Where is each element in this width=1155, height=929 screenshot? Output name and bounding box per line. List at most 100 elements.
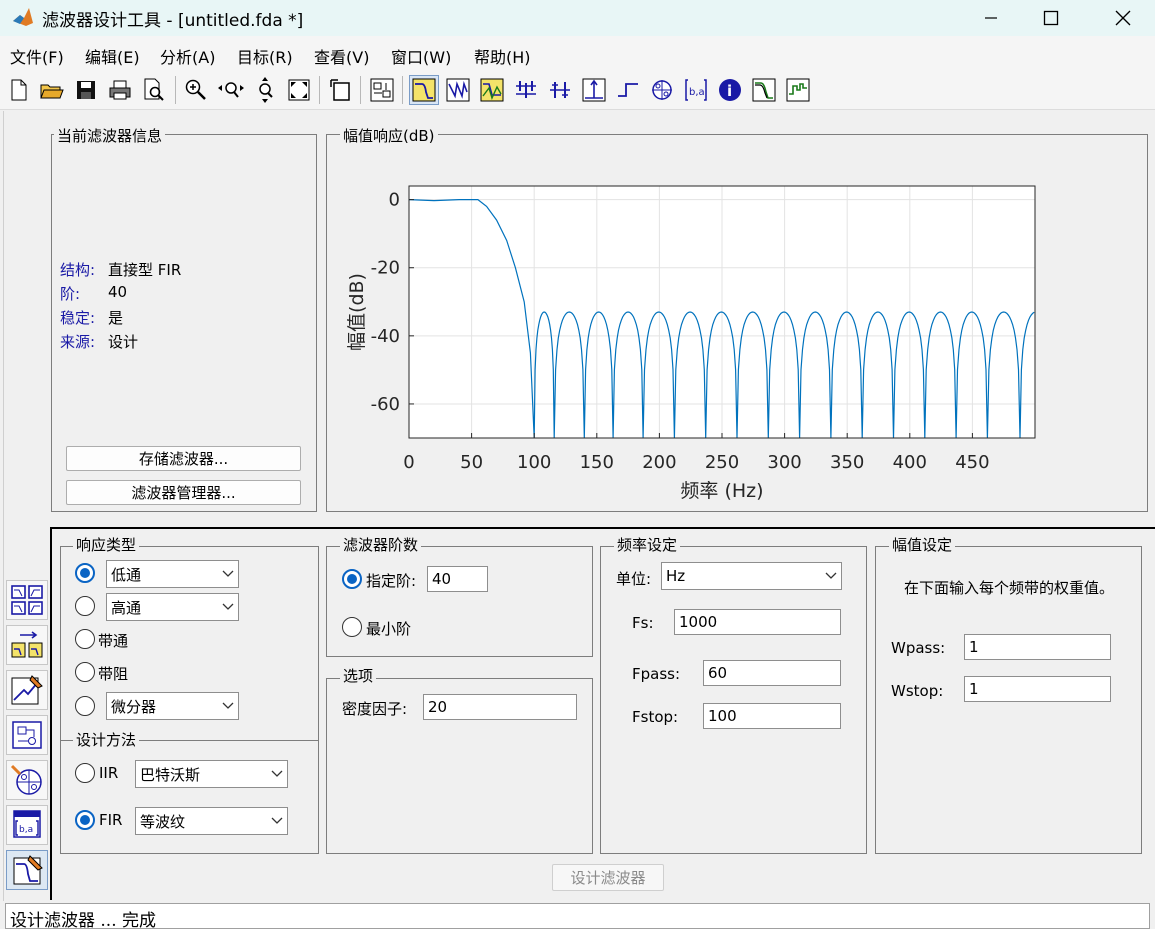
open-folder-icon[interactable] xyxy=(37,75,67,105)
y-tick-label: 0 xyxy=(389,190,400,211)
bandstop-radio[interactable] xyxy=(75,662,95,682)
round-off-noise-icon[interactable] xyxy=(783,75,813,105)
x-tick-label: 300 xyxy=(767,452,801,473)
x-tick-label: 200 xyxy=(642,452,676,473)
x-tick-label: 150 xyxy=(580,452,614,473)
maximize-button[interactable] xyxy=(1022,0,1080,36)
zoom-y-icon[interactable] xyxy=(250,75,280,105)
realize-model-icon[interactable] xyxy=(6,715,48,755)
menu-analysis[interactable]: 分析(A) xyxy=(160,44,215,68)
coefficients-icon[interactable]: b,a xyxy=(681,75,711,105)
transform-filter-icon[interactable] xyxy=(6,580,48,620)
chevron-down-icon xyxy=(271,817,283,824)
frequency-specs-title: 频率设定 xyxy=(614,534,681,555)
toolbar-separator xyxy=(319,76,320,104)
chevron-down-icon xyxy=(222,570,234,577)
menu-window[interactable]: 窗口(W) xyxy=(391,44,451,68)
new-window-icon[interactable] xyxy=(325,75,355,105)
differentiator-radio[interactable] xyxy=(75,696,95,716)
highpass-select-value: 高通 xyxy=(111,598,142,617)
current-filter-info-title: 当前滤波器信息 xyxy=(54,125,166,146)
new-file-icon[interactable] xyxy=(4,75,34,105)
menu-targets[interactable]: 目标(R) xyxy=(237,44,293,68)
print-icon[interactable] xyxy=(105,75,135,105)
window-title: 滤波器设计工具 - [untitled.fda *] xyxy=(42,11,304,31)
store-filter-button[interactable]: 存储滤波器... xyxy=(66,446,301,471)
magnitude-response-icon[interactable] xyxy=(409,75,439,105)
toolbar-separator xyxy=(402,76,403,104)
title-bar: 滤波器设计工具 - [untitled.fda *] xyxy=(0,0,1155,36)
highpass-select[interactable]: 高通 xyxy=(106,593,239,621)
zoom-in-icon[interactable] xyxy=(181,75,211,105)
import-filter-icon[interactable] xyxy=(6,760,48,800)
close-button[interactable] xyxy=(1094,0,1152,36)
phase-response-icon[interactable] xyxy=(443,75,473,105)
print-preview-icon[interactable] xyxy=(139,75,169,105)
menu-edit[interactable]: 编辑(E) xyxy=(85,44,140,68)
lowpass-select[interactable]: 低通 xyxy=(106,560,239,588)
response-type-title: 响应类型 xyxy=(73,534,140,555)
pole-zero-editor-icon[interactable] xyxy=(6,670,48,710)
fir-radio[interactable] xyxy=(75,810,95,830)
wpass-input[interactable]: 1 xyxy=(964,634,1111,660)
magnitude-specs-title: 幅值设定 xyxy=(889,534,956,555)
filter-structure-icon[interactable] xyxy=(367,75,397,105)
filter-manager-button[interactable]: 滤波器管理器... xyxy=(66,480,301,505)
iir-method-select[interactable]: 巴特沃斯 xyxy=(135,760,288,788)
menu-help[interactable]: 帮助(H) xyxy=(474,44,531,68)
menu-file[interactable]: 文件(F) xyxy=(10,44,64,68)
design-filter-icon[interactable] xyxy=(6,850,48,890)
design-method-group xyxy=(60,740,319,854)
chevron-down-icon xyxy=(271,770,283,777)
bandpass-radio[interactable] xyxy=(75,629,95,649)
x-tick-label: 350 xyxy=(830,452,864,473)
fs-label: Fs: xyxy=(632,614,654,632)
svg-text:b,a: b,a xyxy=(689,87,705,98)
zoom-x-icon[interactable] xyxy=(216,75,246,105)
full-view-icon[interactable] xyxy=(284,75,314,105)
toolbar-separator xyxy=(175,76,176,104)
fstop-input[interactable]: 100 xyxy=(703,703,841,729)
design-filter-button[interactable]: 设计滤波器 xyxy=(552,864,664,891)
impulse-response-icon[interactable] xyxy=(579,75,609,105)
units-select[interactable]: Hz xyxy=(661,562,842,590)
phase-delay-icon[interactable] xyxy=(545,75,575,105)
magnitude-phase-icon[interactable] xyxy=(477,75,507,105)
highpass-radio[interactable] xyxy=(75,596,95,616)
minimum-order-radio[interactable] xyxy=(342,617,362,637)
magnitude-estimate-icon[interactable] xyxy=(749,75,779,105)
x-tick-label: 250 xyxy=(705,452,739,473)
pole-zero-icon[interactable] xyxy=(647,75,677,105)
info-value-order: 40 xyxy=(108,283,128,301)
fpass-input[interactable]: 60 xyxy=(703,660,841,686)
specify-order-radio[interactable] xyxy=(342,569,362,589)
group-delay-icon[interactable] xyxy=(511,75,541,105)
units-label: 单位: xyxy=(616,570,652,588)
info-key-order: 阶: xyxy=(60,285,81,303)
step-response-icon[interactable] xyxy=(613,75,643,105)
multirate-icon[interactable] xyxy=(6,625,48,665)
matlab-logo-icon xyxy=(12,6,34,28)
filter-info-icon[interactable]: i xyxy=(715,75,745,105)
magnitude-response-chart[interactable]: 0 50 100 150 200 250 300 350 400 450 0 -20 -40 -60 频率… xyxy=(330,150,1144,508)
differentiator-select[interactable]: 微分器 xyxy=(106,692,239,720)
wpass-label: Wpass: xyxy=(891,639,946,657)
fir-method-select[interactable]: 等波纹 xyxy=(135,807,288,835)
density-factor-input[interactable]: 20 xyxy=(423,694,577,720)
fstop-label: Fstop: xyxy=(632,708,679,726)
fs-input[interactable]: 1000 xyxy=(674,609,841,635)
iir-radio[interactable] xyxy=(75,763,95,783)
wstop-input[interactable]: 1 xyxy=(964,676,1111,702)
save-icon[interactable] xyxy=(71,75,101,105)
chevron-down-icon xyxy=(222,702,234,709)
minimize-button[interactable] xyxy=(962,0,1020,36)
toolbar-separator xyxy=(360,76,361,104)
specify-order-input[interactable]: 40 xyxy=(427,566,488,592)
menu-view[interactable]: 查看(V) xyxy=(314,44,369,68)
units-select-value: Hz xyxy=(666,567,686,585)
svg-text:i: i xyxy=(727,82,732,100)
lowpass-radio[interactable] xyxy=(75,563,95,583)
filter-order-title: 滤波器阶数 xyxy=(340,534,422,555)
set-quantization-icon[interactable]: b,a xyxy=(6,805,48,845)
differentiator-select-value: 微分器 xyxy=(111,697,157,716)
